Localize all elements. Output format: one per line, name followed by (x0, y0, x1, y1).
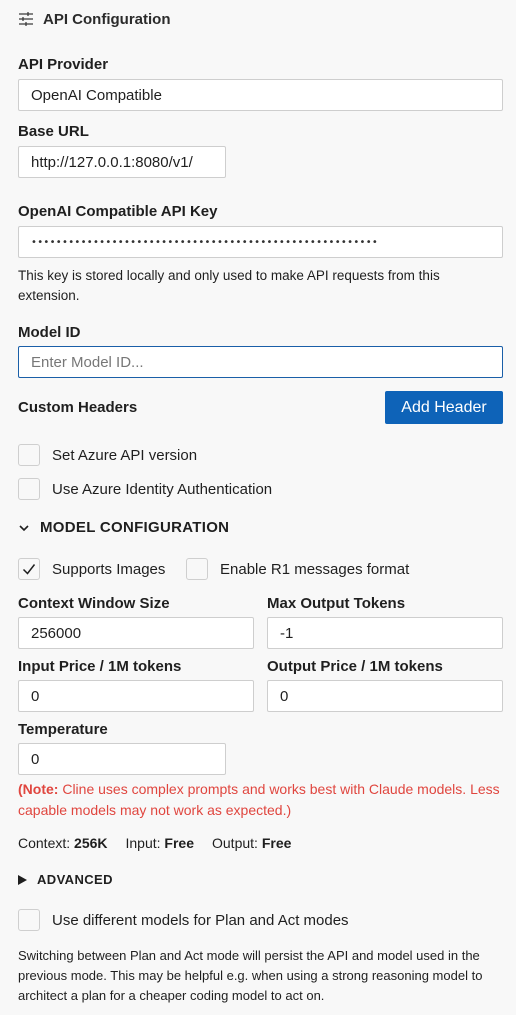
api-key-input[interactable]: ••••••••••••••••••••••••••••••••••••••••… (18, 226, 503, 258)
api-key-value: ••••••••••••••••••••••••••••••••••••••••… (31, 236, 379, 248)
stat-context: Context: 256K (18, 835, 108, 851)
context-window-input[interactable]: 256000 (18, 617, 254, 649)
temperature-value: 0 (31, 750, 40, 768)
advanced-title: ADVANCED (37, 872, 113, 887)
azure-api-version-checkbox[interactable]: Set Azure API version (18, 444, 197, 466)
input-price-value: 0 (31, 687, 40, 705)
temperature-input[interactable]: 0 (18, 743, 226, 775)
model-id-placeholder: Enter Model ID... (31, 353, 144, 371)
plan-act-help: Switching between Plan and Act mode will… (18, 948, 483, 1003)
plan-act-checkbox[interactable]: Use different models for Plan and Act mo… (18, 909, 349, 931)
supports-images-label: Supports Images (52, 560, 166, 578)
advanced-toggle[interactable]: ADVANCED (18, 872, 113, 887)
base-url-label: Base URL (18, 123, 89, 140)
model-config-toggle[interactable]: MODEL CONFIGURATION (18, 519, 229, 536)
api-key-label: OpenAI Compatible API Key (18, 203, 218, 220)
model-stats: Context: 256K Input: Free Output: Free (18, 835, 291, 851)
model-warning-note: (Note: Cline uses complex prompts and wo… (18, 779, 503, 821)
page-header: API Configuration (18, 8, 171, 30)
temperature-label: Temperature (18, 721, 108, 738)
api-provider-select[interactable]: OpenAI Compatible (18, 79, 503, 111)
max-output-input[interactable]: -1 (267, 617, 503, 649)
azure-api-version-label: Set Azure API version (52, 446, 198, 464)
chevron-down-icon (19, 524, 29, 531)
supports-images-checkbox[interactable]: Supports Images (18, 558, 165, 580)
base-url-value: http://127.0.0.1:8080/v1/ (31, 153, 193, 171)
api-provider-label: API Provider (18, 56, 109, 73)
r1-format-label: Enable R1 messages format (220, 560, 410, 578)
api-provider-value: OpenAI Compatible (31, 86, 162, 104)
max-output-label: Max Output Tokens (267, 595, 406, 612)
checkbox-box[interactable] (186, 558, 208, 580)
plan-act-label: Use different models for Plan and Act mo… (52, 911, 349, 929)
page-title: API Configuration (43, 10, 171, 28)
azure-identity-label: Use Azure Identity Authentication (52, 480, 273, 498)
output-price-input[interactable]: 0 (267, 680, 503, 712)
checkmark-icon (22, 564, 36, 575)
triangle-right-icon (18, 874, 27, 885)
model-id-label: Model ID (18, 324, 81, 341)
stat-output: Output: Free (212, 835, 292, 851)
note-prefix: (Note: (18, 781, 59, 797)
input-price-input[interactable]: 0 (18, 680, 254, 712)
r1-format-checkbox[interactable]: Enable R1 messages format (186, 558, 409, 580)
context-window-value: 256000 (31, 624, 82, 642)
checkbox-box[interactable] (18, 909, 40, 931)
model-config-title: MODEL CONFIGURATION (40, 519, 230, 536)
base-url-input[interactable]: http://127.0.0.1:8080/v1/ (18, 146, 226, 178)
max-output-value: -1 (280, 624, 294, 642)
add-header-button[interactable]: Add Header (385, 391, 503, 424)
output-price-value: 0 (280, 687, 289, 705)
custom-headers-label: Custom Headers (18, 399, 138, 416)
context-window-label: Context Window Size (18, 595, 170, 612)
azure-identity-checkbox[interactable]: Use Azure Identity Authentication (18, 478, 272, 500)
output-price-label: Output Price / 1M tokens (267, 658, 443, 675)
checkbox-box[interactable] (18, 444, 40, 466)
checkbox-box[interactable] (18, 558, 40, 580)
note-text: Cline uses complex prompts and works bes… (18, 781, 500, 818)
api-key-help: This key is stored locally and only used… (18, 268, 440, 303)
checkbox-box[interactable] (18, 478, 40, 500)
model-id-input[interactable]: Enter Model ID... (18, 346, 503, 378)
input-price-label: Input Price / 1M tokens (18, 658, 182, 675)
sliders-icon (19, 12, 33, 26)
stat-input: Input: Free (125, 835, 195, 851)
